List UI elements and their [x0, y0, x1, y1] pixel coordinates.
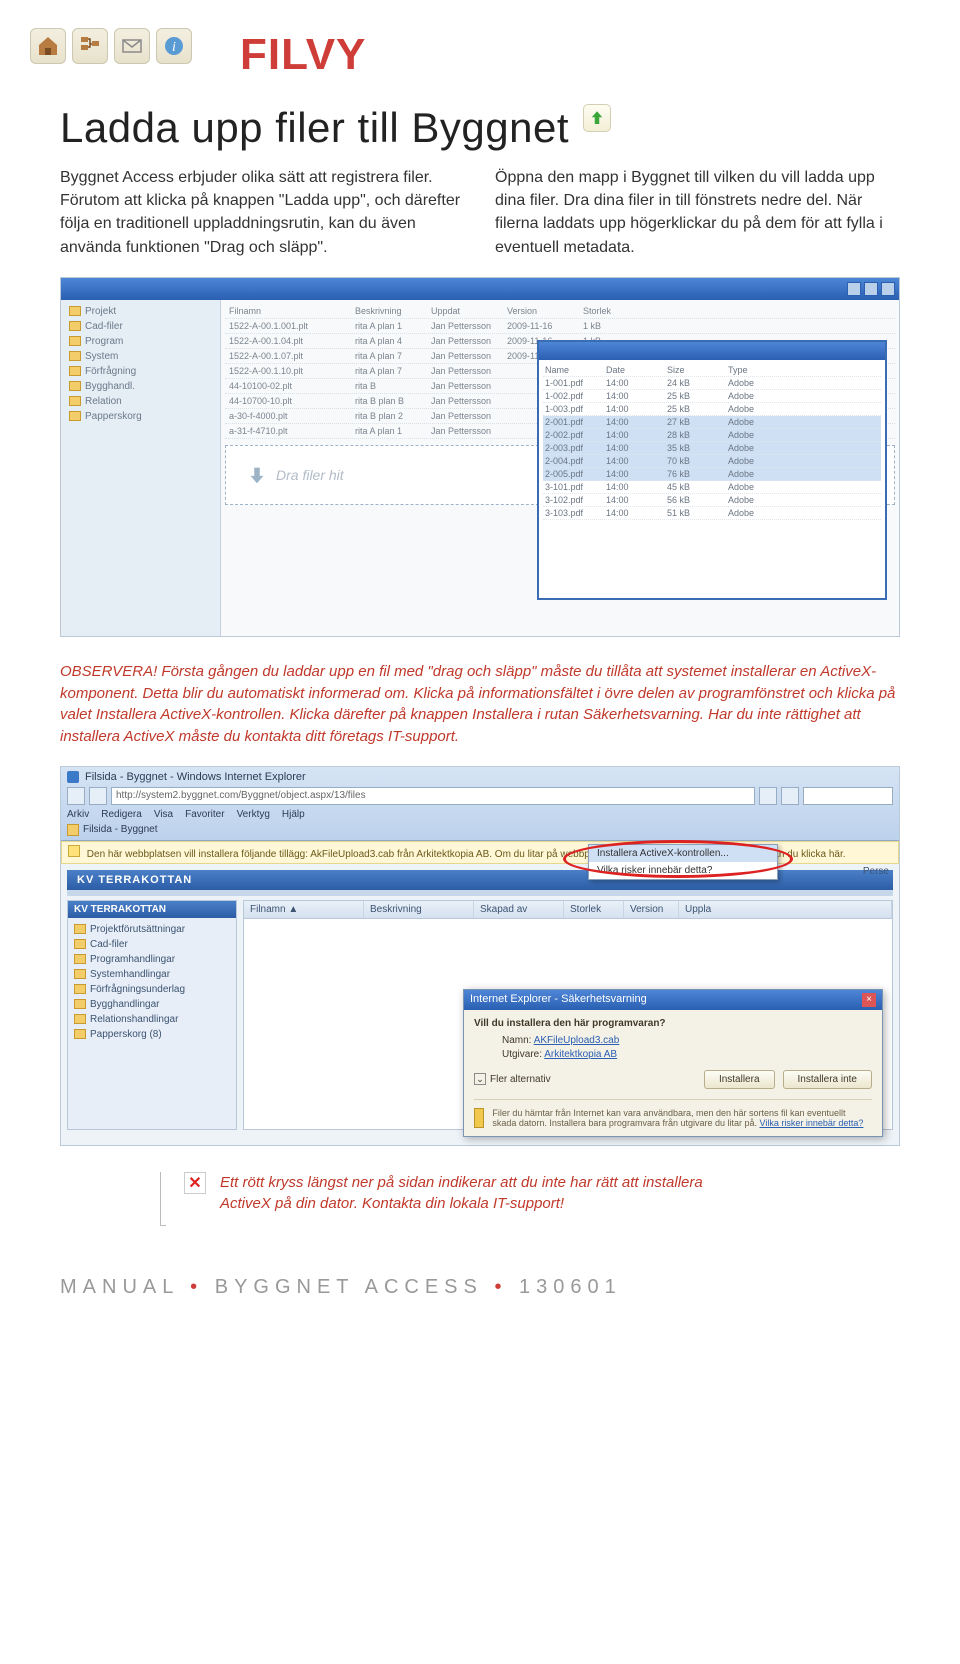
install-button[interactable]: Installera	[704, 1070, 775, 1089]
upload-arrow-icon	[583, 104, 611, 132]
refresh-icon[interactable]	[759, 787, 777, 805]
perse-label: Perse	[863, 866, 889, 877]
shield-icon	[474, 1108, 484, 1128]
intro-paragraph-1: Byggnet Access erbjuder olika sätt att r…	[60, 166, 465, 259]
ie-menu-bar[interactable]: Arkiv Redigera Visa Favoriter Verktyg Hj…	[67, 809, 893, 820]
dont-install-button[interactable]: Installera inte	[783, 1070, 872, 1089]
close-icon[interactable]: ×	[862, 993, 876, 1007]
footnote-text: Ett rött kryss längst ner på sidan indik…	[220, 1172, 720, 1214]
section-title: FILVY	[240, 30, 900, 80]
activex-infobar[interactable]: Den här webbplatsen vill installera följ…	[61, 841, 899, 864]
tree-icon	[72, 28, 108, 64]
screenshot-drag-drop: Projekt Cad-filer Program System Förfråg…	[60, 277, 900, 637]
intro-paragraph-2: Öppna den mapp i Byggnet till vilken du …	[495, 166, 900, 259]
home-icon	[30, 28, 66, 64]
dialog-question: Vill du installera den här programvaran?	[474, 1018, 872, 1029]
drop-area-label: Dra filer hit	[276, 467, 344, 483]
mail-icon	[114, 28, 150, 64]
page-heading: Ladda upp filer till Byggnet	[60, 104, 569, 152]
screenshot-activex: Filsida - Byggnet - Windows Internet Exp…	[60, 766, 900, 1146]
security-warning-dialog: Internet Explorer - Säkerhetsvarning × V…	[463, 989, 883, 1137]
info-icon: i	[156, 28, 192, 64]
ctx-risks[interactable]: Vilka risker innebär detta?	[589, 862, 777, 879]
footnote-bracket	[160, 1172, 166, 1226]
explorer-popup: NameDateSizeType 1-001.pdf14:0024 kBAdob…	[537, 340, 887, 600]
observera-paragraph: OBSERVERA! Första gången du laddar upp e…	[60, 661, 900, 748]
more-options[interactable]: Fler alternativ	[490, 1074, 551, 1085]
forward-button-icon[interactable]	[89, 787, 107, 805]
red-x-icon: ✕	[184, 1172, 206, 1194]
search-box[interactable]	[803, 787, 893, 805]
dialog-title: Internet Explorer - Säkerhetsvarning	[470, 993, 647, 1007]
header-icon-row: i	[30, 28, 192, 64]
ie-tab[interactable]: Filsida - Byggnet	[83, 824, 157, 835]
stop-icon[interactable]	[781, 787, 799, 805]
page-footer: MANUAL • BYGGNET ACCESS • 130601	[60, 1276, 900, 1299]
back-button-icon[interactable]	[67, 787, 85, 805]
dialog-risk-link[interactable]: Vilka risker innebär detta?	[760, 1118, 864, 1128]
address-bar[interactable]: http://system2.byggnet.com/Byggnet/objec…	[111, 787, 755, 805]
dialog-file-name[interactable]: AKFileUpload3.cab	[534, 1035, 620, 1046]
svg-text:i: i	[172, 40, 176, 55]
ie-window-title: Filsida - Byggnet - Windows Internet Exp…	[67, 771, 893, 783]
folder-tree[interactable]: KV TERRAKOTTAN Projektförutsättningar Ca…	[67, 900, 237, 1130]
ctx-install-activex[interactable]: Installera ActiveX-kontrollen...	[589, 845, 777, 862]
infobar-context-menu[interactable]: Installera ActiveX-kontrollen... Vilka r…	[588, 844, 778, 880]
dialog-publisher[interactable]: Arkitektkopia AB	[544, 1049, 617, 1060]
